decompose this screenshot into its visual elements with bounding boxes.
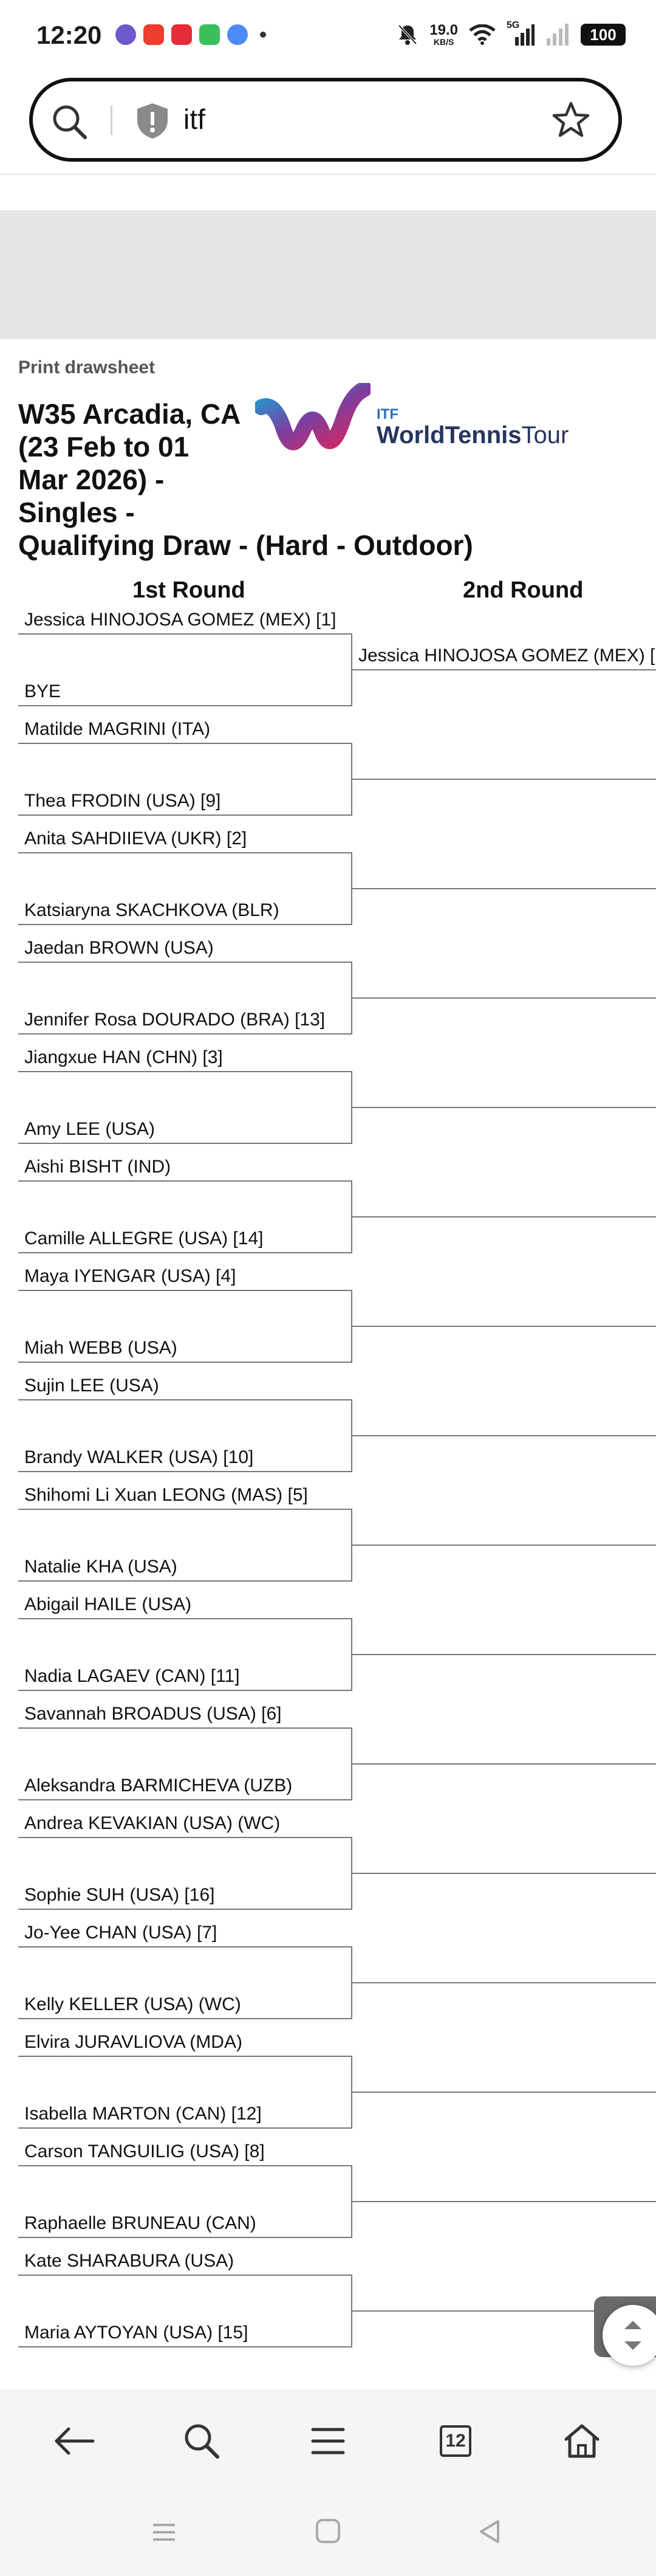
player-name[interactable]: Jessica HINOJOSA GOMEZ (MEX) [1] xyxy=(24,609,336,631)
bracket-line xyxy=(18,2346,351,2347)
player-name[interactable]: Carson TANGUILIG (USA) [8] xyxy=(24,2141,265,2163)
back-arrow-icon xyxy=(55,2427,95,2455)
bracket-line xyxy=(18,1071,351,1072)
menu-icon xyxy=(311,2428,345,2454)
round-2-line xyxy=(351,1873,656,1874)
player-name[interactable]: Kate SHARABURA (USA) xyxy=(24,2250,234,2272)
search-nav-button[interactable] xyxy=(177,2417,226,2465)
round-2-player-name[interactable]: Jessica HINOJOSA GOMEZ (MEX) [1] xyxy=(358,645,656,667)
bracket-line xyxy=(18,1799,351,1800)
round-2-line xyxy=(351,669,656,670)
round-2-line xyxy=(351,779,656,780)
bracket-line xyxy=(18,2127,351,2129)
player-name[interactable]: Aleksandra BARMICHEVA (UZB) xyxy=(24,1775,292,1797)
player-name[interactable]: Nadia LAGAEV (CAN) [11] xyxy=(24,1665,240,1687)
tabs-icon: 12 xyxy=(440,2425,471,2457)
player-name[interactable]: Sujin LEE (USA) xyxy=(24,1375,159,1397)
round-2-line xyxy=(351,1326,656,1327)
bracket-line xyxy=(18,1580,351,1582)
player-name[interactable]: Andrea KEVAKIAN (USA) (WC) xyxy=(24,1813,280,1834)
player-name[interactable]: BYE xyxy=(24,681,61,703)
bracket-line xyxy=(18,1362,351,1363)
bracket-line xyxy=(18,852,351,853)
scroll-control-button[interactable] xyxy=(603,2305,656,2366)
player-name[interactable]: Kelly KELLER (USA) (WC) xyxy=(24,1994,241,2016)
round-2-line xyxy=(351,997,656,999)
bracket-line xyxy=(18,2056,351,2057)
search-icon xyxy=(185,2424,219,2459)
bracket-line xyxy=(18,1471,351,1472)
player-name[interactable]: Jo-Yee CHAN (USA) [7] xyxy=(24,1922,217,1944)
bracket-line xyxy=(18,1180,351,1182)
home-gesture-icon[interactable] xyxy=(315,2518,341,2544)
player-name[interactable]: Natalie KHA (USA) xyxy=(24,1556,177,1578)
player-name[interactable]: Isabella MARTON (CAN) [12] xyxy=(24,2103,262,2125)
bracket-line xyxy=(18,1143,351,1144)
bracket-line xyxy=(18,1946,351,1947)
player-name[interactable]: Maria AYTOYAN (USA) [15] xyxy=(24,2322,248,2344)
menu-button[interactable] xyxy=(304,2417,352,2465)
player-name[interactable]: Maya IYENGAR (USA) [4] xyxy=(24,1266,236,1287)
bracket-line xyxy=(18,2018,351,2019)
round-2-line xyxy=(351,1982,656,1983)
bracket-line xyxy=(18,1509,351,1510)
round-2-line xyxy=(351,2201,656,2202)
draw-bracket: Jessica HINOJOSA GOMEZ (MEX) [1] BYE Jessi… xyxy=(0,0,656,2576)
player-name[interactable]: Brandy WALKER (USA) [10] xyxy=(24,1447,253,1469)
home-button[interactable] xyxy=(558,2417,606,2465)
player-name[interactable]: Raphaelle BRUNEAU (CAN) xyxy=(24,2213,256,2234)
tabs-button[interactable]: 12 xyxy=(431,2417,480,2465)
player-name[interactable]: Jennifer Rosa DOURADO (BRA) [13] xyxy=(24,1009,325,1031)
round-2-line xyxy=(351,2092,656,2093)
bracket-line xyxy=(18,2165,351,2166)
bracket-line xyxy=(18,743,351,744)
recent-apps-icon[interactable] xyxy=(151,2520,177,2544)
back-gesture-icon[interactable] xyxy=(477,2519,502,2544)
round-2-line xyxy=(351,1654,656,1655)
bracket-line xyxy=(18,924,351,925)
bracket-line xyxy=(18,633,351,635)
player-name[interactable]: Abigail HAILE (USA) xyxy=(24,1594,191,1616)
round-2-line xyxy=(351,1763,656,1765)
bracket-line xyxy=(18,962,351,963)
bracket-line xyxy=(18,2237,351,2238)
bracket-line xyxy=(18,1290,351,1291)
back-button[interactable] xyxy=(50,2417,98,2465)
player-name[interactable]: Jiangxue HAN (CHN) [3] xyxy=(24,1047,223,1069)
scroll-up-down-icon xyxy=(624,2321,641,2350)
round-2-line xyxy=(351,1435,656,1436)
bracket-line xyxy=(18,705,351,706)
player-name[interactable]: Amy LEE (USA) xyxy=(24,1118,155,1140)
system-navigation-bar xyxy=(0,2491,656,2576)
bracket-line xyxy=(18,814,351,816)
player-name[interactable]: Sophie SUH (USA) [16] xyxy=(24,1884,214,1906)
player-name[interactable]: Matilde MAGRINI (ITA) xyxy=(24,718,210,740)
player-name[interactable]: Miah WEBB (USA) xyxy=(24,1337,177,1359)
bracket-line xyxy=(18,1033,351,1035)
bracket-line xyxy=(18,1618,351,1619)
bracket-line xyxy=(18,1727,351,1729)
player-name[interactable]: Savannah BROADUS (USA) [6] xyxy=(24,1703,282,1725)
player-name[interactable]: Shihomi Li Xuan LEONG (MAS) [5] xyxy=(24,1484,308,1506)
player-name[interactable]: Katsiaryna SKACHKOVA (BLR) xyxy=(24,900,279,921)
player-name[interactable]: Camille ALLEGRE (USA) [14] xyxy=(24,1228,263,1250)
bracket-line xyxy=(18,1837,351,1838)
bracket-line xyxy=(18,1909,351,1910)
player-name[interactable]: Thea FRODIN (USA) [9] xyxy=(24,790,220,812)
bracket-line xyxy=(18,1399,351,1400)
round-2-line xyxy=(351,1216,656,1217)
player-name[interactable]: Anita SAHDIIEVA (UKR) [2] xyxy=(24,828,247,850)
round-2-line xyxy=(351,1545,656,1546)
player-name[interactable]: Elvira JURAVLIOVA (MDA) xyxy=(24,2031,242,2053)
round-2-line xyxy=(351,1107,656,1108)
round-2-line xyxy=(351,888,656,889)
bracket-line xyxy=(18,1690,351,1691)
player-name[interactable]: Aishi BISHT (IND) xyxy=(24,1156,171,1178)
browser-bottom-nav: 12 xyxy=(0,2389,656,2491)
bracket-line xyxy=(18,1252,351,1253)
bracket-line xyxy=(18,2275,351,2276)
home-icon xyxy=(564,2424,600,2458)
player-name[interactable]: Jaedan BROWN (USA) xyxy=(24,937,214,959)
